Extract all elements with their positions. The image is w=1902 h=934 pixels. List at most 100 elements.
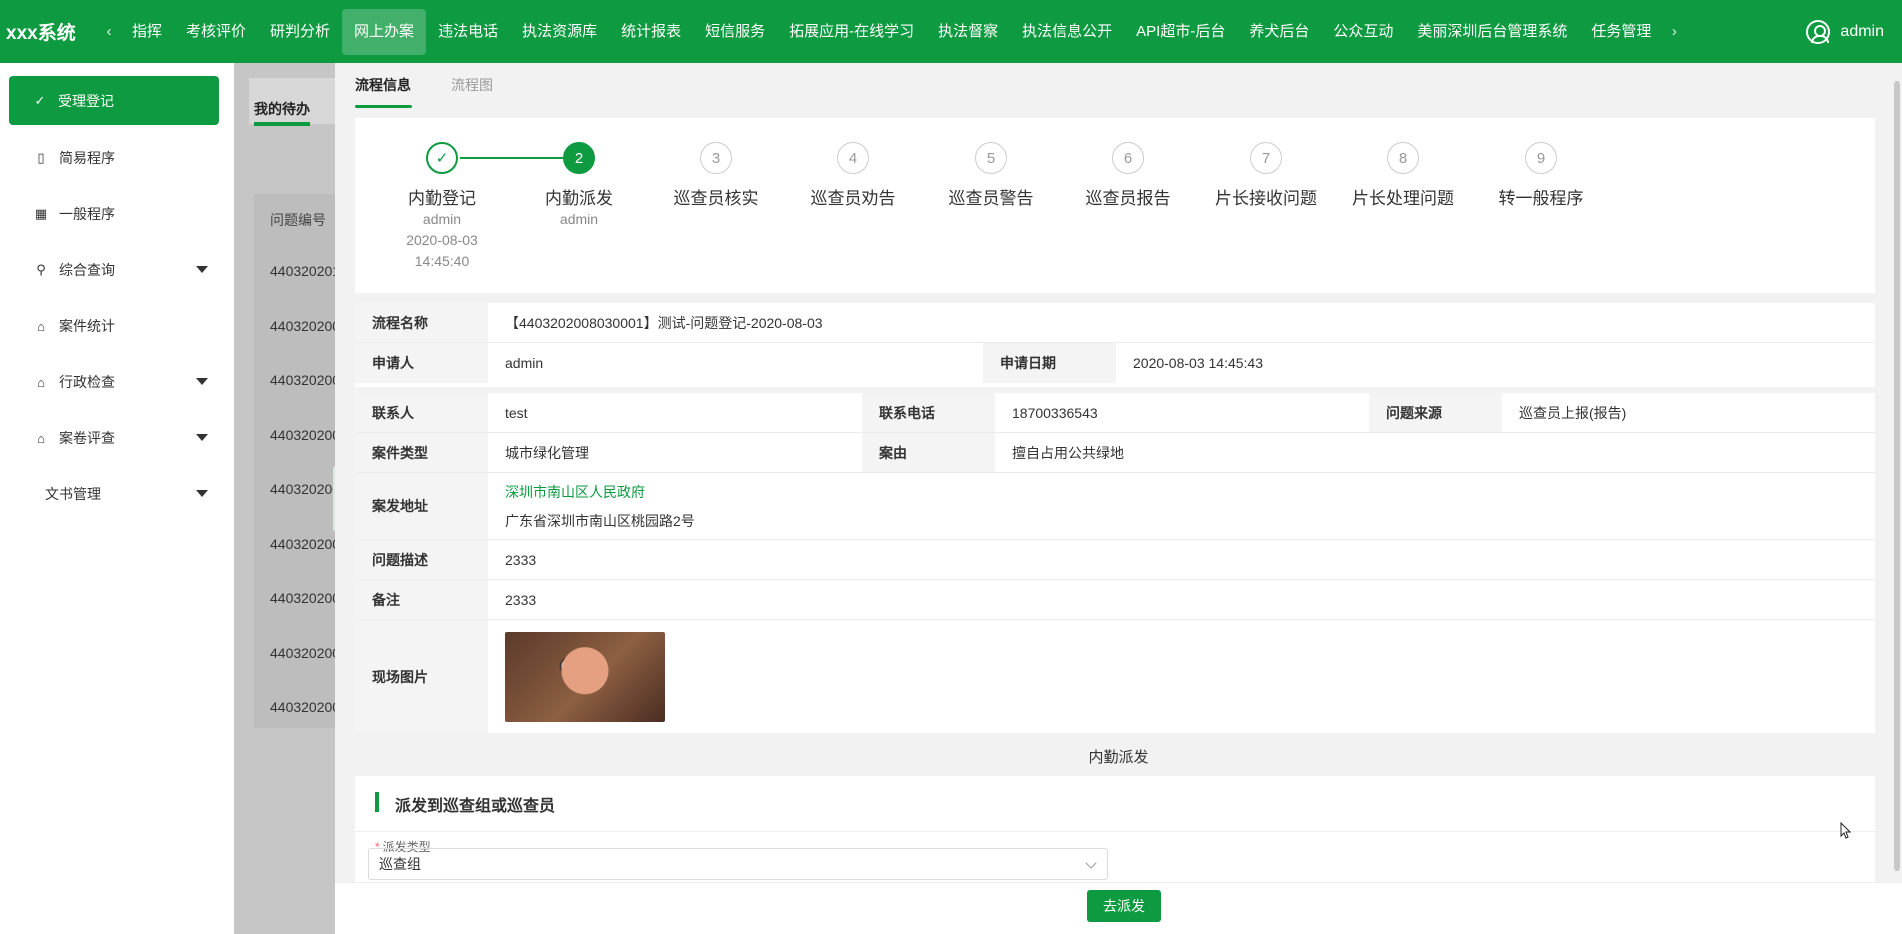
apply-date-value: 2020-08-03 14:45:43	[1133, 355, 1263, 371]
nav-item-7[interactable]: 短信服务	[693, 9, 777, 55]
nav-scroll-right-icon[interactable]: ›	[1663, 23, 1685, 40]
nav-item-13[interactable]: 公众互动	[1321, 9, 1405, 55]
check-icon: ✓	[34, 92, 46, 108]
step-label: 巡查员核实	[673, 189, 759, 208]
step-7: 7 片长接收问题	[1191, 142, 1341, 209]
sidebar-item-label: 行政检查	[59, 374, 115, 390]
description-value: 2333	[505, 551, 537, 568]
nav-item-3[interactable]: 网上办案	[342, 8, 427, 55]
nav-item-11[interactable]: API超市-后台	[1124, 9, 1237, 55]
drawer-footer: 去派发	[335, 882, 1902, 934]
dispatch-type-select[interactable]: 巡查组	[368, 848, 1108, 880]
phone-value: 18700336543	[1012, 404, 1098, 421]
user-icon	[1806, 19, 1831, 44]
step-label: 巡查员警告	[948, 189, 1034, 208]
bg-table-cell: 440320200	[270, 644, 335, 661]
step-label: 巡查员劝告	[810, 189, 896, 208]
caret-down-icon	[196, 434, 208, 441]
sidebar-item-label: 案件统计	[59, 318, 115, 334]
nav-scroll-left-icon[interactable]: ‹	[98, 23, 120, 40]
sidebar-item-5[interactable]: ⌂ 行政检查	[0, 354, 234, 410]
nav-item-0[interactable]: 指挥	[120, 9, 174, 55]
sidebar-item-7[interactable]: 文书管理	[0, 466, 234, 522]
sidebar-item-label: 受理登记	[58, 92, 114, 109]
nav-item-4[interactable]: 违法电话	[426, 9, 510, 55]
bg-table-cell: 440320201	[270, 263, 335, 279]
nav-item-5[interactable]: 执法资源库	[510, 9, 609, 55]
nav-item-15[interactable]: 任务管理	[1579, 9, 1663, 55]
case-type-label: 案件类型	[355, 433, 488, 472]
process-info-table: 流程名称 【4403202008030001】测试-问题登记-2020-08-0…	[355, 303, 1875, 387]
nav-item-12[interactable]: 养犬后台	[1237, 9, 1321, 55]
sidebar-item-label: 综合查询	[59, 262, 115, 278]
bg-table-header: 问题编号	[270, 212, 326, 228]
sidebar-item-1[interactable]: ▯ 简易程序	[0, 130, 234, 186]
contact-value: test	[505, 404, 528, 421]
nav-item-10[interactable]: 执法信息公开	[1010, 9, 1124, 55]
photo-label: 现场图片	[355, 620, 488, 733]
nav-item-9[interactable]: 执法督察	[926, 9, 1010, 55]
mouse-cursor-icon	[1840, 822, 1851, 839]
username: admin	[1840, 22, 1884, 40]
grid-icon: ▦	[34, 206, 48, 221]
step-number: 3	[700, 142, 732, 174]
contact-label: 联系人	[355, 393, 488, 432]
home-icon: ⌂	[37, 374, 45, 390]
sidebar-item-label: 案卷评查	[59, 430, 115, 446]
nav-item-8[interactable]: 拓展应用-在线学习	[777, 9, 926, 55]
tab-process-info[interactable]: 流程信息	[355, 75, 412, 108]
process-name-value: 【4403202008030001】测试-问题登记-2020-08-03	[505, 314, 823, 331]
step-3: 3 巡查员核实	[641, 142, 791, 209]
scrollbar-thumb[interactable]	[1894, 81, 1900, 871]
caret-down-icon	[196, 266, 208, 273]
bg-table-cell: 440320200	[270, 481, 335, 497]
description-label: 问题描述	[355, 540, 488, 579]
nav-item-2[interactable]: 研判分析	[258, 9, 342, 55]
sidebar-item-6[interactable]: ⌂ 案卷评查	[0, 410, 234, 466]
step-label: 内勤登记	[408, 189, 476, 208]
scene-photo-thumbnail[interactable]	[505, 631, 665, 722]
sidebar-item-0[interactable]: ✓ 受理登记	[9, 76, 219, 125]
caret-down-icon	[196, 490, 208, 497]
address-link[interactable]: 深圳市南山区人民政府	[505, 482, 645, 502]
tab-flowchart[interactable]: 流程图	[451, 75, 493, 95]
process-steps: ✓ 内勤登记 admin 2020-08-03 14:45:40 2 内勤派发 admin 3 巡…	[355, 118, 1875, 293]
section-title: 内勤派发	[1088, 749, 1149, 766]
bg-table-cell: 440320200	[270, 699, 335, 715]
nav-item-1[interactable]: 考核评价	[174, 9, 258, 55]
case-info-table: 联系人 test 联系电话 18700336543 问题来源 巡查员上报(报告)…	[355, 393, 1875, 733]
case-type-value: 城市绿化管理	[505, 444, 589, 461]
step-number: 4	[837, 142, 869, 174]
step-label: 巡查员报告	[1085, 189, 1171, 208]
step-time: 14:45:40	[414, 253, 470, 269]
step-number: 8	[1387, 142, 1419, 174]
source-label: 问题来源	[1369, 393, 1502, 432]
dispatch-button[interactable]: 去派发	[1087, 890, 1161, 922]
step-user: admin	[422, 211, 462, 227]
step-6: 6 巡查员报告	[1053, 142, 1203, 209]
step-user: admin	[559, 211, 599, 227]
applicant-value: admin	[505, 355, 544, 371]
step-8: 8 片长处理问题	[1328, 142, 1478, 209]
address-label: 案发地址	[355, 473, 488, 539]
address-value: 广东省深圳市南山区桃园路2号	[505, 512, 695, 529]
applicant-label: 申请人	[355, 343, 488, 383]
step-number: 6	[1112, 142, 1144, 174]
home-icon: ⌂	[37, 318, 45, 334]
sidebar-item-4[interactable]: ⌂ 案件统计	[0, 298, 234, 354]
sidebar-item-label: 文书管理	[45, 486, 101, 502]
sidebar-item-2[interactable]: ▦ 一般程序	[0, 186, 234, 242]
nav-item-6[interactable]: 统计报表	[609, 9, 693, 55]
sidebar-item-3[interactable]: ⚲ 综合查询	[0, 242, 234, 298]
step-date: 2020-08-03	[406, 232, 478, 248]
sidebar-item-label: 简易程序	[59, 150, 115, 166]
step-label: 片长处理问题	[1352, 189, 1454, 208]
caret-down-icon	[196, 378, 208, 385]
user-menu[interactable]: admin	[1806, 0, 1884, 63]
nav-item-14[interactable]: 美丽深圳后台管理系统	[1405, 9, 1579, 55]
top-navbar: xxx系统 ‹ 指挥 考核评价 研判分析 网上办案 违法电话 执法资源库 统计报表 短信服务拓…	[0, 0, 1902, 63]
app-logo: xxx系统	[6, 23, 76, 44]
bg-tab-my-todo[interactable]: 我的待办	[254, 99, 310, 119]
step-number: 9	[1525, 142, 1557, 174]
dispatch-divider	[355, 831, 1875, 832]
